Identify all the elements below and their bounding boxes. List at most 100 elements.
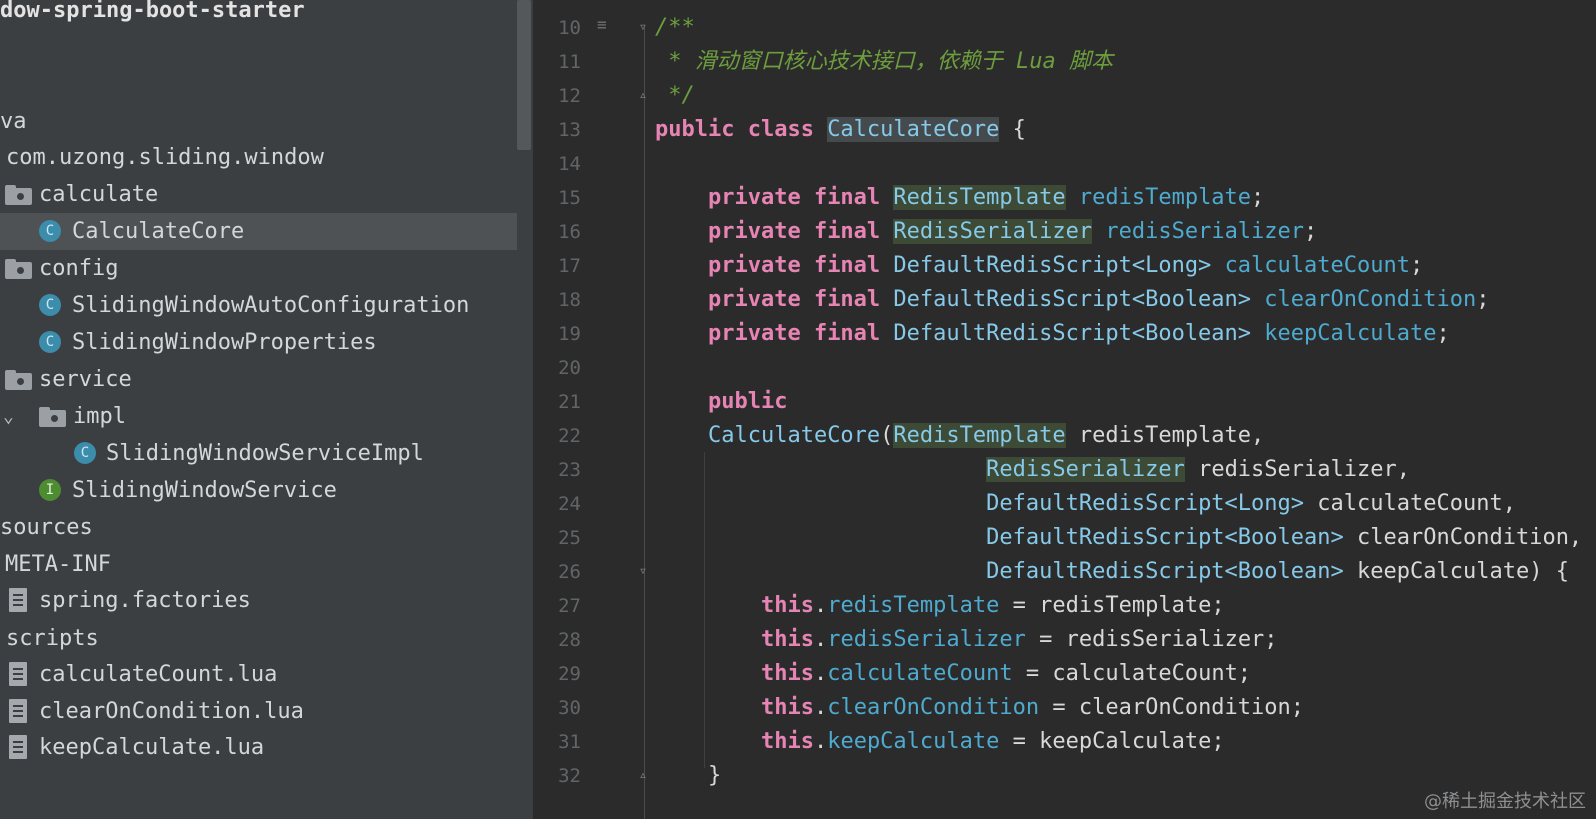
tree-item-label: dow-spring-boot-starter [0, 0, 305, 23]
tree-item-va[interactable]: va [0, 103, 517, 140]
watermark: @稀土掘金技术社区 [1424, 791, 1586, 812]
project-scrollbar[interactable] [517, 0, 531, 150]
tree-item-sources[interactable]: sources [0, 509, 517, 546]
tree-item-slidingwindowproperties[interactable]: C SlidingWindowProperties [0, 324, 517, 361]
code-token: this [760, 729, 814, 754]
code-token: * 滑动窗口核心技术接口，依赖于 Lua 脚本 [655, 49, 1113, 74]
line-number: 28 [558, 629, 581, 651]
file-icon [9, 699, 27, 723]
fold-icon[interactable]: ▵ [636, 87, 650, 103]
tree-item-label: va [0, 109, 27, 134]
line-number: 30 [558, 697, 581, 719]
code-line[interactable]: CalculateCore(RedisTemplate redisTemplat… [655, 419, 1264, 453]
tree-item-meta-inf[interactable]: META-INF [0, 546, 517, 583]
code-token: = redisSerializer; [1025, 627, 1278, 652]
code-token: public [707, 389, 788, 414]
code-token: this [760, 593, 814, 618]
line-number: 23 [558, 459, 581, 481]
chevron-down-icon[interactable]: ⌄ [3, 398, 14, 435]
project-tool-window: dow-spring-boot-starter va com.uzong.slidi… [0, 0, 533, 819]
fold-icon[interactable]: ▿ [636, 19, 650, 35]
code-editor[interactable]: ≡ ▿ ▵ ▿ ▵ 10 11 12 13 14 15 16 17 18 19 20 21 22 23 24… [533, 0, 1596, 819]
code-line[interactable]: this.keepCalculate = keepCalculate; [655, 725, 1225, 759]
class-icon: C [39, 294, 61, 316]
code-token: calculateCount, [1304, 491, 1516, 516]
code-token: redisSerializer [827, 627, 1026, 652]
tree-item-clearoncondition-lua[interactable]: clearOnCondition.lua [0, 693, 517, 730]
tree-item-label: SlidingWindowAutoConfiguration [72, 293, 470, 318]
tree-item-calculate[interactable]: calculate [0, 176, 517, 213]
code-line[interactable]: private final DefaultRedisScript<Long> c… [655, 249, 1423, 283]
code-token: redisTemplate [827, 593, 1000, 618]
code-line[interactable]: private final DefaultRedisScript<Boolean… [655, 317, 1450, 351]
code-token: DefaultRedisScript<Boolean> [893, 287, 1252, 312]
tree-item-slidingwindowservice[interactable]: I SlidingWindowService [0, 472, 517, 509]
line-number: 16 [558, 221, 581, 243]
tree-item-calculatecount-lua[interactable]: calculateCount.lua [0, 656, 517, 693]
tree-item-impl[interactable]: ⌄ impl [0, 398, 517, 435]
code-token: this [760, 661, 814, 686]
tree-item-service[interactable]: service [0, 361, 517, 398]
line-number: 13 [558, 119, 581, 141]
tree-item-calculatecore[interactable]: C CalculateCore [0, 213, 517, 250]
code-line[interactable]: this.calculateCount = calculateCount; [655, 657, 1251, 691]
code-token: this [760, 627, 814, 652]
code-token: ; [1410, 253, 1424, 278]
code-line[interactable]: private final RedisSerializer redisSeria… [655, 215, 1317, 249]
tree-item-dow-spring-boot-starter[interactable]: dow-spring-boot-starter [0, 0, 517, 29]
fold-icon[interactable]: ▿ [636, 563, 650, 579]
code-line[interactable]: private final RedisTemplate redisTemplat… [655, 181, 1264, 215]
code-line[interactable]: RedisSerializer redisSerializer, [655, 453, 1410, 487]
tree-item-label: com.uzong.sliding.window [6, 145, 324, 170]
code-token: ; [1436, 321, 1450, 346]
line-number: 18 [558, 289, 581, 311]
tree-item-label: clearOnCondition.lua [39, 699, 304, 724]
code-line[interactable]: /** [655, 11, 695, 45]
tree-item-config[interactable]: config [0, 250, 517, 287]
code-line[interactable]: this.clearOnCondition = clearOnCondition… [655, 691, 1304, 725]
code-line[interactable]: public [655, 385, 787, 419]
folder-icon [39, 407, 66, 427]
code-line[interactable]: public class CalculateCore { [655, 113, 1026, 147]
code-token: calculateCount [1224, 253, 1410, 278]
tree-item-com-uzong-sliding-window[interactable]: com.uzong.sliding.window [0, 139, 517, 176]
doc-comment-toggle-icon[interactable]: ≡ [597, 15, 607, 34]
tree-item-label: SlidingWindowProperties [72, 330, 377, 355]
code-line[interactable]: DefaultRedisScript<Boolean> keepCalculat… [655, 555, 1569, 589]
code-line[interactable]: DefaultRedisScript<Boolean> clearOnCondi… [655, 521, 1582, 555]
code-line[interactable]: } [655, 759, 721, 793]
tree-item-slidingwindowserviceimpl[interactable]: C SlidingWindowServiceImpl [0, 435, 517, 472]
code-token: . [813, 729, 828, 754]
code-line[interactable]: */ [655, 79, 695, 113]
code-token: clearOnCondition, [1343, 525, 1583, 550]
code-line[interactable]: DefaultRedisScript<Long> calculateCount, [655, 487, 1516, 521]
code-token: keepCalculate [1264, 321, 1437, 346]
code-token: clearOnCondition [827, 695, 1040, 720]
code-line[interactable]: this.redisTemplate = redisTemplate; [655, 589, 1225, 623]
tree-item-keepcalculate-lua[interactable]: keepCalculate.lua [0, 729, 517, 766]
code-line[interactable]: * 滑动窗口核心技术接口，依赖于 Lua 脚本 [655, 45, 1113, 79]
code-token: DefaultRedisScript<Long> [893, 253, 1212, 278]
fold-guide [644, 26, 645, 819]
code-line[interactable]: this.redisSerializer = redisSerializer; [655, 623, 1278, 657]
code-token: public class [655, 117, 828, 142]
tree-item-label: CalculateCore [72, 219, 245, 244]
tree-item-label: calculate [39, 182, 159, 207]
line-number: 29 [558, 663, 581, 685]
line-number: 25 [558, 527, 581, 549]
fold-icon[interactable]: ▵ [636, 767, 650, 783]
tree-item-scripts[interactable]: scripts [0, 620, 517, 657]
code-token: DefaultRedisScript<Long> [986, 491, 1305, 516]
tree-item-spring-factories[interactable]: spring.factories [0, 582, 517, 619]
tree-item-slidingwindowautoconfiguration[interactable]: C SlidingWindowAutoConfiguration [0, 287, 517, 324]
code-line[interactable]: private final DefaultRedisScript<Boolean… [655, 283, 1489, 317]
code-token: RedisTemplate [893, 185, 1066, 210]
